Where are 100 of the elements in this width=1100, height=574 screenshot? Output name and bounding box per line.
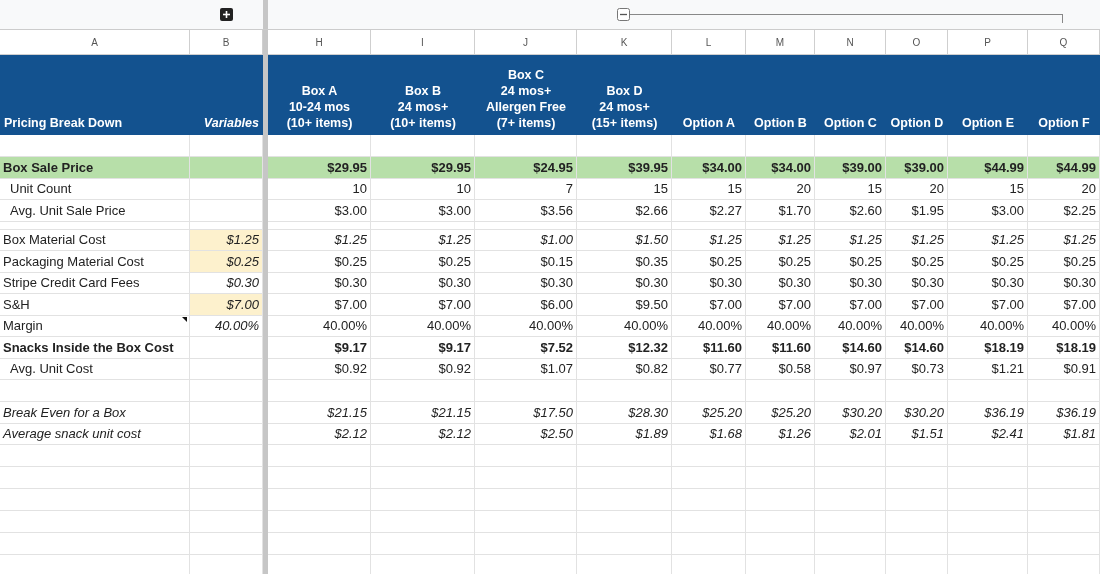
column-letter[interactable]: J bbox=[475, 30, 577, 55]
empty-cell[interactable] bbox=[746, 467, 815, 489]
table-cell: 10 bbox=[371, 178, 475, 200]
table-cell: $36.19 bbox=[1028, 402, 1100, 424]
empty-cell[interactable] bbox=[746, 511, 815, 533]
empty-cell[interactable] bbox=[577, 511, 672, 533]
empty-cell[interactable] bbox=[475, 445, 577, 467]
empty-cell[interactable] bbox=[1028, 533, 1100, 555]
empty-cell[interactable] bbox=[746, 533, 815, 555]
table-cell: $6.00 bbox=[475, 294, 577, 316]
column-letter[interactable]: L bbox=[672, 30, 746, 55]
empty-cell[interactable] bbox=[948, 467, 1028, 489]
table-cell: 40.00% bbox=[577, 315, 672, 337]
empty-cell[interactable] bbox=[746, 221, 815, 230]
empty-cell[interactable] bbox=[0, 467, 190, 489]
empty-cell[interactable] bbox=[948, 489, 1028, 511]
empty-cell[interactable] bbox=[0, 445, 190, 467]
table-cell: $1.25 bbox=[672, 229, 746, 251]
empty-cell[interactable] bbox=[672, 511, 746, 533]
empty-cell[interactable] bbox=[672, 445, 746, 467]
empty-cell[interactable] bbox=[672, 489, 746, 511]
empty-cell[interactable] bbox=[371, 511, 475, 533]
empty-cell[interactable] bbox=[948, 511, 1028, 533]
empty-cell[interactable] bbox=[886, 489, 948, 511]
empty-cell[interactable] bbox=[1028, 511, 1100, 533]
empty-cell[interactable] bbox=[1028, 489, 1100, 511]
table-cell: $0.25 bbox=[672, 251, 746, 273]
column-letter[interactable]: H bbox=[268, 30, 371, 55]
table-cell: 40.00% bbox=[475, 315, 577, 337]
empty-cell[interactable] bbox=[0, 533, 190, 555]
empty-cell[interactable] bbox=[672, 533, 746, 555]
empty-cell[interactable] bbox=[886, 511, 948, 533]
empty-cell[interactable] bbox=[746, 489, 815, 511]
column-letter[interactable]: Q bbox=[1028, 30, 1100, 55]
table-cell: $0.30 bbox=[948, 272, 1028, 294]
table-cell: $0.25 bbox=[886, 251, 948, 273]
table-cell: $44.99 bbox=[1028, 157, 1100, 179]
table-cell: 20 bbox=[746, 178, 815, 200]
table-cell: $39.00 bbox=[815, 157, 886, 179]
empty-cell[interactable] bbox=[577, 445, 672, 467]
column-letter[interactable]: N bbox=[815, 30, 886, 55]
empty-cell[interactable] bbox=[1028, 467, 1100, 489]
column-letter[interactable]: M bbox=[746, 30, 815, 55]
empty-cell[interactable] bbox=[0, 221, 190, 230]
empty-cell[interactable] bbox=[371, 533, 475, 555]
empty-cell[interactable] bbox=[577, 221, 672, 230]
empty-cell[interactable] bbox=[475, 221, 577, 230]
empty-cell[interactable] bbox=[815, 221, 886, 230]
table-cell: $0.25 bbox=[268, 251, 371, 273]
empty-cell[interactable] bbox=[577, 467, 672, 489]
column-letter[interactable]: B bbox=[190, 30, 263, 55]
table-cell: $39.95 bbox=[577, 157, 672, 179]
empty-cell[interactable] bbox=[371, 221, 475, 230]
empty-cell[interactable] bbox=[815, 467, 886, 489]
empty-cell[interactable] bbox=[815, 489, 886, 511]
column-letter[interactable]: A bbox=[0, 30, 190, 55]
table-cell: $7.00 bbox=[886, 294, 948, 316]
empty-cell[interactable] bbox=[371, 489, 475, 511]
empty-cell[interactable] bbox=[475, 511, 577, 533]
empty-cell[interactable] bbox=[948, 221, 1028, 230]
empty-cell[interactable] bbox=[672, 467, 746, 489]
empty-cell[interactable] bbox=[0, 511, 190, 533]
table-cell: $0.25 bbox=[746, 251, 815, 273]
empty-cell[interactable] bbox=[371, 445, 475, 467]
empty-cell[interactable] bbox=[1028, 445, 1100, 467]
empty-cell[interactable] bbox=[815, 533, 886, 555]
column-letter[interactable]: K bbox=[577, 30, 672, 55]
collapse-group-icon[interactable] bbox=[617, 8, 630, 21]
empty-cell[interactable] bbox=[886, 445, 948, 467]
empty-cell[interactable] bbox=[475, 489, 577, 511]
empty-cell[interactable] bbox=[475, 533, 577, 555]
empty-cell[interactable] bbox=[0, 489, 190, 511]
empty-cell[interactable] bbox=[475, 467, 577, 489]
table-cell: $2.60 bbox=[815, 200, 886, 222]
empty-cell[interactable] bbox=[672, 221, 746, 230]
empty-cell[interactable] bbox=[577, 533, 672, 555]
column-letter[interactable]: I bbox=[371, 30, 475, 55]
empty-cell[interactable] bbox=[948, 533, 1028, 555]
column-header: Option C bbox=[815, 55, 886, 135]
empty-cell[interactable] bbox=[1028, 221, 1100, 230]
empty-cell[interactable] bbox=[886, 467, 948, 489]
row-label: Packaging Material Cost bbox=[0, 251, 190, 273]
empty-cell[interactable] bbox=[577, 489, 672, 511]
table-cell: $17.50 bbox=[475, 402, 577, 424]
table-cell: $7.00 bbox=[746, 294, 815, 316]
empty-cell[interactable] bbox=[371, 467, 475, 489]
empty-cell[interactable] bbox=[886, 533, 948, 555]
table-cell: $0.25 bbox=[371, 251, 475, 273]
row-label: Box Sale Price bbox=[0, 157, 190, 179]
column-letter[interactable]: P bbox=[948, 30, 1028, 55]
empty-cell[interactable] bbox=[948, 445, 1028, 467]
column-letter[interactable]: O bbox=[886, 30, 948, 55]
empty-cell[interactable] bbox=[815, 511, 886, 533]
empty-cell[interactable] bbox=[815, 445, 886, 467]
expand-group-icon[interactable] bbox=[220, 8, 233, 21]
variable-cell: 40.00% bbox=[190, 315, 263, 337]
empty-cell[interactable] bbox=[746, 445, 815, 467]
table-cell: $3.56 bbox=[475, 200, 577, 222]
empty-cell[interactable] bbox=[886, 221, 948, 230]
table-cell: $0.30 bbox=[746, 272, 815, 294]
